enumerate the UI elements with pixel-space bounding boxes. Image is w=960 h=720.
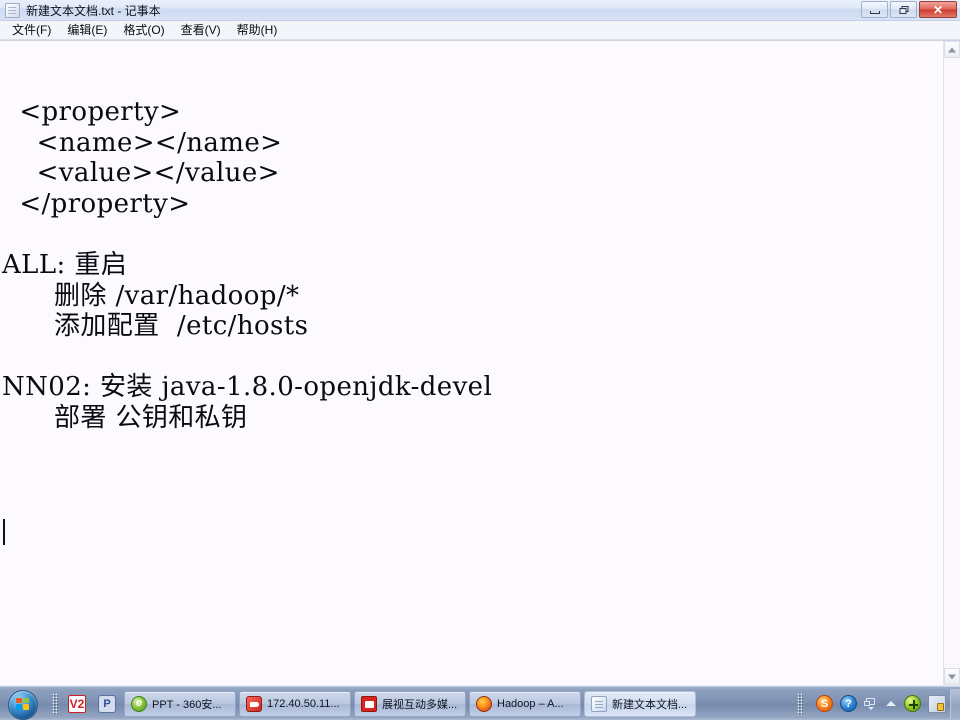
ie-browser-icon bbox=[131, 695, 147, 712]
text-surface[interactable]: <property> <name></name> <value></value>… bbox=[0, 41, 943, 685]
notepad-icon bbox=[591, 695, 607, 712]
taskbar-item-notepad[interactable]: 新建文本文档... bbox=[584, 690, 696, 717]
maximize-restore-button[interactable] bbox=[890, 1, 917, 18]
quicklaunch-powerpoint-icon[interactable]: P bbox=[98, 694, 116, 713]
show-desktop-button[interactable] bbox=[950, 688, 960, 719]
windows-flag-icon bbox=[16, 697, 30, 711]
tray-show-hidden-icons-chevron[interactable] bbox=[884, 696, 897, 712]
vertical-scrollbar[interactable] bbox=[943, 41, 960, 685]
chevron-down-icon bbox=[867, 706, 874, 710]
chevron-up-icon bbox=[885, 701, 896, 706]
start-button[interactable] bbox=[2, 689, 46, 720]
quicklaunch-ve-icon[interactable]: V2 bbox=[68, 694, 86, 713]
scroll-up-button[interactable] bbox=[944, 41, 960, 58]
scroll-up-arrow-icon bbox=[948, 47, 956, 52]
menu-file[interactable]: 文件(F) bbox=[4, 20, 59, 40]
taskbar-item-label: 172.40.50.11... bbox=[267, 697, 340, 710]
system-tray: S ? bbox=[791, 692, 950, 715]
scroll-down-button[interactable] bbox=[944, 668, 960, 685]
media-icon bbox=[361, 695, 377, 712]
close-icon: ✕ bbox=[932, 2, 944, 17]
menu-format[interactable]: 格式(O) bbox=[115, 20, 172, 40]
menu-edit[interactable]: 编辑(E) bbox=[59, 20, 115, 40]
tray-network-icon[interactable] bbox=[864, 696, 877, 712]
taskbar-item-label: 展视互动多媒... bbox=[382, 698, 458, 711]
taskbar: V2 P PPT - 360安... 172.40.50.11... 展视互动多… bbox=[0, 686, 960, 720]
task-button-list: PPT - 360安... 172.40.50.11... 展视互动多媒... … bbox=[124, 690, 696, 717]
tray-help-icon[interactable]: ? bbox=[840, 695, 857, 712]
quick-launch-bar: V2 P bbox=[64, 694, 120, 713]
text-caret bbox=[3, 519, 5, 545]
xshell-icon bbox=[246, 695, 262, 712]
notepad-window: 新建文本文档.txt - 记事本 ✕ 文件(F) 编辑(E) 格式(O) 查看(… bbox=[0, 0, 960, 686]
tray-grip-handle[interactable] bbox=[797, 692, 803, 715]
menu-view[interactable]: 查看(V) bbox=[173, 20, 229, 40]
taskbar-item-media[interactable]: 展视互动多媒... bbox=[354, 690, 466, 717]
tray-security-icon[interactable] bbox=[928, 694, 946, 713]
window-controls: ✕ bbox=[861, 1, 957, 18]
scroll-down-arrow-icon bbox=[948, 674, 956, 679]
network-glyph-icon bbox=[864, 697, 875, 706]
taskbar-item-hadoop[interactable]: Hadoop – A... bbox=[469, 690, 581, 717]
firefox-icon bbox=[476, 695, 492, 712]
desktop-background: 新建文本文档.txt - 记事本 ✕ 文件(F) 编辑(E) 格式(O) 查看(… bbox=[0, 0, 960, 720]
taskbar-item-label: Hadoop – A... bbox=[497, 697, 564, 710]
menu-help[interactable]: 帮助(H) bbox=[229, 20, 286, 40]
restore-icon bbox=[899, 5, 908, 14]
taskbar-item-label: 新建文本文档... bbox=[612, 698, 688, 711]
minimize-button[interactable] bbox=[861, 1, 888, 18]
menu-bar: 文件(F) 编辑(E) 格式(O) 查看(V) 帮助(H) bbox=[0, 21, 960, 40]
scrollbar-track[interactable] bbox=[944, 58, 960, 668]
close-button[interactable]: ✕ bbox=[919, 1, 957, 18]
window-title: 新建文本文档.txt - 记事本 bbox=[26, 3, 161, 18]
title-bar[interactable]: 新建文本文档.txt - 记事本 ✕ bbox=[0, 0, 960, 21]
taskbar-item-label: PPT - 360安... bbox=[152, 698, 222, 711]
taskbar-item-ppt[interactable]: PPT - 360安... bbox=[124, 690, 236, 717]
toolbar-grip-handle[interactable] bbox=[52, 692, 58, 715]
document-text[interactable]: <property> <name></name> <value></value>… bbox=[0, 97, 943, 434]
notepad-document-icon bbox=[5, 2, 20, 18]
minimize-icon bbox=[869, 11, 880, 14]
tray-360-safe-icon[interactable] bbox=[904, 695, 921, 712]
editor-area[interactable]: <property> <name></name> <value></value>… bbox=[0, 40, 960, 685]
taskbar-item-xshell[interactable]: 172.40.50.11... bbox=[239, 690, 351, 717]
tray-sogou-input-icon[interactable]: S bbox=[816, 695, 833, 712]
